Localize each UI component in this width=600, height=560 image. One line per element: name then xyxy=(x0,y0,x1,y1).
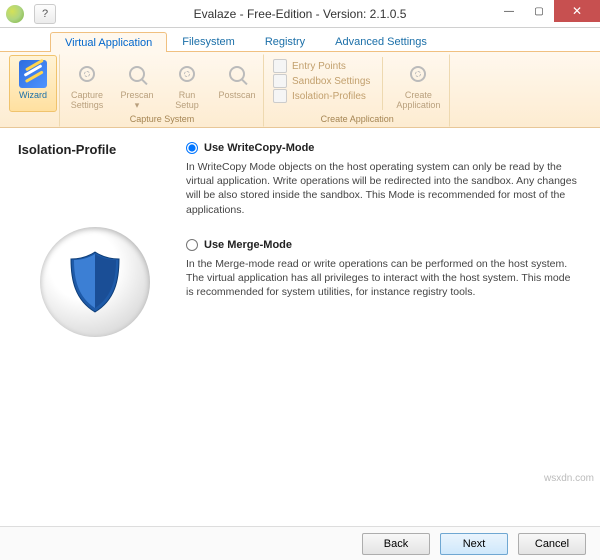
close-icon: ✕ xyxy=(572,4,582,18)
tab-virtual-application[interactable]: Virtual Application xyxy=(50,32,167,52)
radio-writecopy[interactable] xyxy=(186,142,198,154)
app-icon xyxy=(6,5,24,23)
label-merge: Use Merge-Mode xyxy=(204,239,292,251)
option-writecopy: Use WriteCopy-Mode In WriteCopy Mode obj… xyxy=(186,142,578,217)
ribbon: Wizard Capture Settings Prescan ▾ Run Se… xyxy=(0,52,600,128)
footer: Back Next Cancel xyxy=(0,526,600,560)
window-title: Evalaze - Free-Edition - Version: 2.1.0.… xyxy=(194,7,407,21)
left-column: Isolation-Profile xyxy=(0,128,182,526)
desc-writecopy: In WriteCopy Mode objects on the host op… xyxy=(186,160,578,217)
ribbon-group-capture: Capture Settings Prescan ▾ Run Setup Pos… xyxy=(60,54,264,127)
help-icon: ? xyxy=(42,8,48,20)
gear-icon xyxy=(179,66,195,82)
ribbon-group-label-capture: Capture System xyxy=(63,112,261,126)
shield-graphic xyxy=(40,227,150,337)
maximize-icon: ▢ xyxy=(534,6,543,17)
tab-registry[interactable]: Registry xyxy=(250,31,320,51)
magnifier-icon xyxy=(229,66,245,82)
section-title: Isolation-Profile xyxy=(18,142,116,157)
maximize-button[interactable]: ▢ xyxy=(524,0,554,22)
create-application-button[interactable]: Create Application xyxy=(389,55,447,112)
shield-icon xyxy=(68,250,122,314)
close-button[interactable]: ✕ xyxy=(554,0,600,22)
wand-icon xyxy=(19,60,47,88)
entry-points-button[interactable]: Entry Points xyxy=(273,59,370,73)
ribbon-group-label-create: Create Application xyxy=(267,112,447,126)
desc-merge: In the Merge-mode read or write operatio… xyxy=(186,257,578,300)
back-button[interactable]: Back xyxy=(362,533,430,555)
minimize-button[interactable]: — xyxy=(494,0,524,22)
create-icon xyxy=(410,66,426,82)
run-setup-button[interactable]: Run Setup xyxy=(163,55,211,112)
watermark: wsxdn.com xyxy=(544,473,594,484)
window-controls: — ▢ ✕ xyxy=(494,0,600,22)
minimize-icon: — xyxy=(504,6,514,17)
help-button[interactable]: ? xyxy=(34,4,56,24)
isolation-profiles-button[interactable]: Isolation-Profiles xyxy=(273,89,370,103)
postscan-button[interactable]: Postscan xyxy=(213,55,261,112)
tabstrip: Virtual Application Filesystem Registry … xyxy=(0,28,600,52)
wizard-button[interactable]: Wizard xyxy=(9,55,57,112)
ribbon-group-wizard: Wizard xyxy=(6,54,60,127)
cancel-button[interactable]: Cancel xyxy=(518,533,586,555)
label-writecopy: Use WriteCopy-Mode xyxy=(204,142,314,154)
option-merge: Use Merge-Mode In the Merge-mode read or… xyxy=(186,239,578,300)
prescan-button[interactable]: Prescan ▾ xyxy=(113,55,161,112)
magnifier-icon xyxy=(129,66,145,82)
ribbon-group-create: Entry Points Sandbox Settings Isolation-… xyxy=(264,54,450,127)
right-column: Use WriteCopy-Mode In WriteCopy Mode obj… xyxy=(182,128,600,526)
radio-merge[interactable] xyxy=(186,239,198,251)
next-button[interactable]: Next xyxy=(440,533,508,555)
gear-icon xyxy=(79,66,95,82)
tab-advanced-settings[interactable]: Advanced Settings xyxy=(320,31,442,51)
capture-settings-button[interactable]: Capture Settings xyxy=(63,55,111,112)
tab-filesystem[interactable]: Filesystem xyxy=(167,31,250,51)
isolation-icon xyxy=(273,89,287,103)
sandbox-settings-button[interactable]: Sandbox Settings xyxy=(273,74,370,88)
sandbox-icon xyxy=(273,74,287,88)
content-area: Isolation-Profile Use WriteCopy-Mode In … xyxy=(0,128,600,526)
titlebar: ? Evalaze - Free-Edition - Version: 2.1.… xyxy=(0,0,600,28)
entry-points-icon xyxy=(273,59,287,73)
